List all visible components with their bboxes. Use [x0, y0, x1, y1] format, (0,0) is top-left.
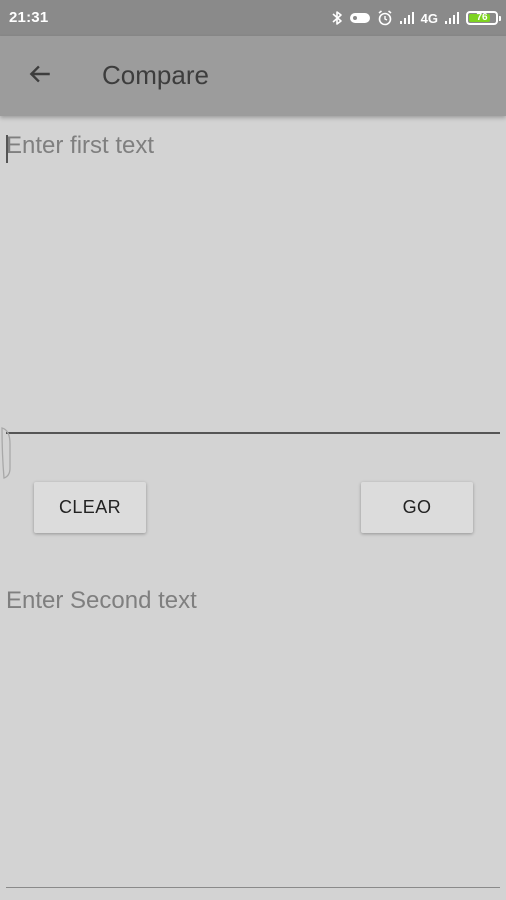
back-button[interactable]	[20, 56, 60, 96]
first-text-input[interactable]	[6, 132, 500, 430]
status-time: 21:31	[9, 9, 49, 26]
signal-icon	[399, 11, 415, 25]
app-bar: Compare	[0, 36, 506, 116]
vpn-key-icon	[349, 11, 371, 25]
battery-icon: 76	[466, 11, 501, 25]
second-text-underline	[6, 887, 500, 888]
network-type: 4G	[420, 10, 438, 26]
second-text-input[interactable]	[6, 587, 500, 885]
clear-button[interactable]: CLEAR	[34, 482, 146, 533]
arrow-left-icon	[27, 61, 53, 92]
go-button[interactable]: GO	[361, 482, 473, 533]
battery-level: 76	[476, 12, 488, 23]
status-bar: 21:31 4G 76	[0, 0, 506, 36]
page-title: Compare	[102, 60, 209, 90]
first-text-underline	[6, 432, 500, 434]
text-cursor	[6, 135, 8, 163]
signal-icon	[444, 11, 460, 25]
selection-handle[interactable]	[0, 424, 12, 480]
status-icons: 4G 76	[331, 8, 501, 28]
alarm-icon	[377, 10, 393, 26]
bluetooth-icon	[331, 10, 343, 26]
